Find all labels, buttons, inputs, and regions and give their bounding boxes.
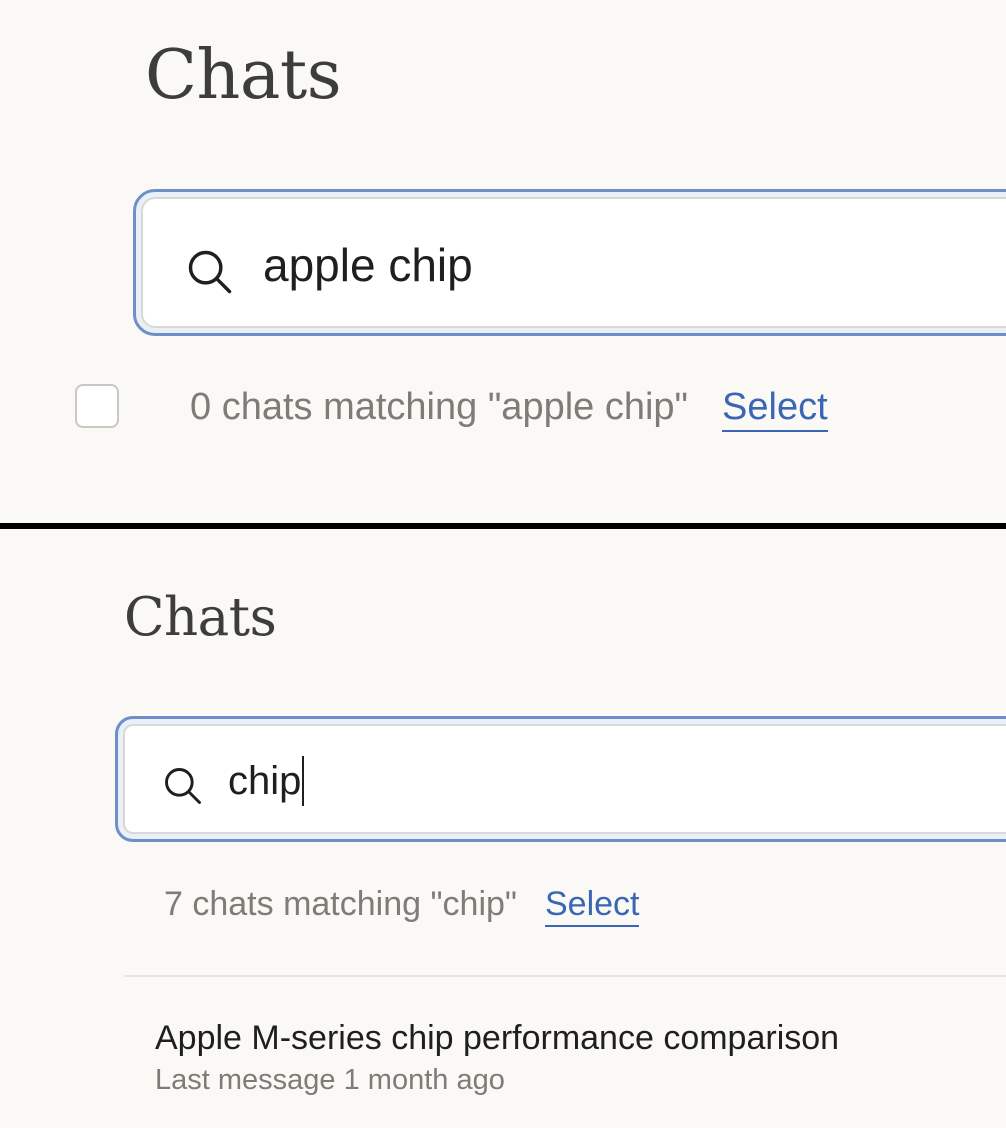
chat-last-message-time: Last message 1 month ago (155, 1064, 505, 1096)
search-icon (165, 768, 201, 804)
results-count: 7 chats matching "chip" (164, 885, 517, 923)
page-title: Chats (145, 36, 342, 115)
search-input-value[interactable]: chip (228, 759, 301, 804)
chats-panel-bottom: Chats chip 7 chats matching "chip" Select… (0, 529, 1006, 1128)
search-icon (188, 250, 232, 294)
search-input[interactable]: apple chip (133, 189, 1006, 336)
select-button[interactable]: Select (544, 885, 640, 927)
results-summary: 7 chats matching "chip" Select (164, 885, 640, 927)
results-count: 0 chats matching "apple chip" (190, 386, 689, 428)
chat-title[interactable]: Apple M-series chip performance comparis… (155, 1019, 995, 1058)
list-divider (124, 975, 1006, 977)
search-input-value[interactable]: apple chip (263, 238, 473, 292)
results-summary: 0 chats matching "apple chip" Select (190, 386, 828, 432)
select-button[interactable]: Select (722, 386, 828, 432)
search-input[interactable]: chip (115, 716, 1006, 842)
text-caret (302, 756, 304, 806)
chat-list-item[interactable]: Apple M-series chip performance comparis… (155, 1019, 995, 1097)
chats-panel-top: Chats apple chip 0 chats matching "apple… (0, 0, 1006, 523)
page-title: Chats (124, 587, 277, 648)
select-all-checkbox[interactable] (75, 384, 119, 428)
